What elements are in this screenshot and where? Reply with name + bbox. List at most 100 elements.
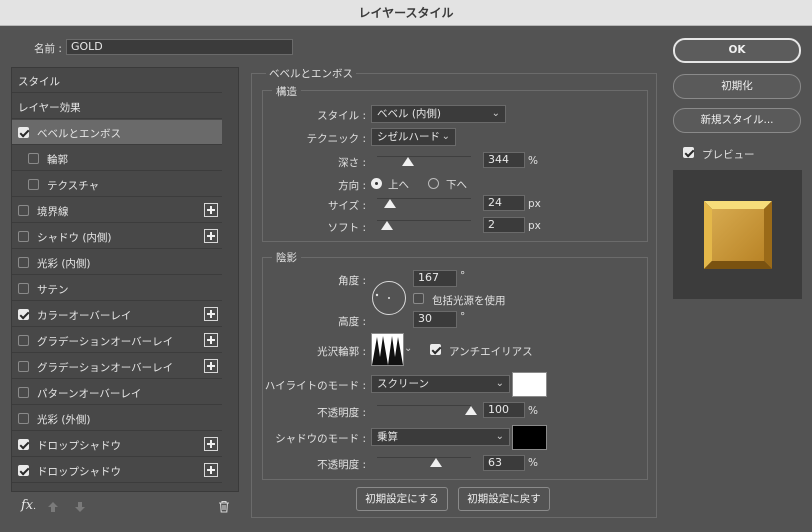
chevron-down-icon: ⌄ [441, 131, 450, 142]
plus-icon[interactable] [204, 333, 218, 347]
sidebar-item[interactable]: 光彩 (内側) [12, 250, 222, 275]
technique-select[interactable]: シゼルハード ⌄ [371, 128, 456, 146]
highlight-opacity-input[interactable]: 100 [483, 402, 525, 418]
highlight-mode-select[interactable]: スクリーン ⌄ [371, 375, 510, 393]
sidebar-item[interactable]: ドロップシャドウ [12, 432, 222, 457]
sidebar-item-label: グラデーションオーバーレイ [37, 362, 174, 374]
plus-icon[interactable] [204, 229, 218, 243]
new-style-button[interactable]: 新規スタイル... [673, 108, 801, 133]
shadow-opacity-handle[interactable] [430, 458, 442, 467]
sidebar-item-label: スタイル [18, 76, 60, 88]
altitude-label: 高度 : [338, 316, 366, 328]
sidebar-item[interactable]: 輪郭 [12, 146, 222, 171]
soften-slider-handle[interactable] [381, 221, 393, 230]
plus-icon[interactable] [204, 463, 218, 477]
soften-input[interactable]: 2 [483, 217, 525, 233]
angle-label: 角度 : [338, 275, 366, 287]
preview-checkbox[interactable] [683, 147, 694, 158]
make-default-button[interactable]: 初期設定にする [356, 487, 448, 511]
global-light-checkbox[interactable] [413, 293, 424, 304]
direction-up-label: 上へ [388, 179, 409, 191]
window-title: レイヤースタイル [0, 0, 812, 26]
style-label: スタイル : [317, 110, 366, 122]
sidebar-item[interactable]: ベベルとエンボス [12, 120, 222, 145]
chevron-down-icon: ⌄ [495, 378, 504, 389]
sidebar-item-checkbox[interactable] [18, 361, 29, 372]
trash-icon[interactable] [218, 500, 230, 513]
sidebar-item-checkbox[interactable] [18, 387, 29, 398]
sidebar-item[interactable]: グラデーションオーバーレイ [12, 328, 222, 353]
direction-up-radio[interactable] [371, 178, 382, 189]
fx-icon[interactable]: fx. [21, 498, 36, 513]
highlight-mode-label: ハイライトのモード : [264, 380, 366, 392]
altitude-unit: ° [460, 311, 466, 323]
sidebar-item-label: パターンオーバーレイ [37, 388, 142, 400]
depth-slider-handle[interactable] [402, 157, 414, 166]
sidebar-item-label: カラーオーバーレイ [37, 310, 132, 322]
sidebar-item-label: ベベルとエンボス [37, 128, 121, 140]
sidebar-item-checkbox[interactable] [18, 309, 29, 320]
highlight-color-swatch[interactable] [512, 372, 547, 397]
shadow-opacity-slider[interactable] [377, 457, 471, 458]
sidebar-item-checkbox[interactable] [28, 153, 39, 164]
sidebar-item-checkbox[interactable] [18, 439, 29, 450]
sidebar-item-checkbox[interactable] [18, 413, 29, 424]
plus-icon[interactable] [204, 307, 218, 321]
antialias-checkbox[interactable] [430, 344, 441, 355]
soften-label: ソフト : [327, 222, 366, 234]
plus-icon[interactable] [204, 437, 218, 451]
direction-label: 方向 : [338, 180, 366, 192]
sidebar-item[interactable]: シャドウ (内側) [12, 224, 222, 249]
highlight-opacity-slider[interactable] [377, 405, 471, 406]
highlight-opacity-label: 不透明度 : [317, 407, 366, 419]
altitude-input[interactable]: 30 [413, 311, 457, 328]
ok-button[interactable]: OK [673, 38, 801, 63]
sidebar-item-checkbox[interactable] [28, 179, 39, 190]
direction-down-radio[interactable] [428, 178, 439, 189]
arrow-down-icon[interactable] [74, 501, 86, 513]
sidebar-item-label: サテン [37, 284, 69, 296]
reset-default-button[interactable]: 初期設定に戻す [458, 487, 550, 511]
angle-input[interactable]: 167 [413, 270, 457, 287]
sidebar-item-checkbox[interactable] [18, 257, 29, 268]
angle-dial[interactable] [371, 280, 407, 316]
sidebar-item[interactable]: グラデーションオーバーレイ [12, 354, 222, 379]
shadow-opacity-input[interactable]: 63 [483, 455, 525, 471]
sidebar-item[interactable]: カラーオーバーレイ [12, 302, 222, 327]
preview-area [673, 170, 802, 299]
sidebar-item[interactable]: ドロップシャドウ [12, 458, 222, 483]
shadow-mode-select[interactable]: 乗算 ⌄ [371, 428, 510, 446]
sidebar-item-checkbox[interactable] [18, 205, 29, 216]
arrow-up-icon[interactable] [47, 501, 59, 513]
sidebar-item[interactable]: レイヤー効果 [12, 94, 222, 119]
plus-icon[interactable] [204, 359, 218, 373]
size-input[interactable]: 24 [483, 195, 525, 211]
sidebar-item-checkbox[interactable] [18, 465, 29, 476]
size-slider-handle[interactable] [384, 199, 396, 208]
depth-input[interactable]: 344 [483, 152, 525, 168]
sidebar-item-checkbox[interactable] [18, 127, 29, 138]
sidebar-item[interactable]: 境界線 [12, 198, 222, 223]
sidebar-item[interactable]: テクスチャ [12, 172, 222, 197]
name-input[interactable]: GOLD [66, 39, 293, 55]
sidebar-item-checkbox[interactable] [18, 283, 29, 294]
style-select[interactable]: ベベル (内側) ⌄ [371, 105, 506, 123]
sidebar-item[interactable]: サテン [12, 276, 222, 301]
sidebar-item[interactable]: スタイル [12, 68, 222, 93]
reset-button[interactable]: 初期化 [673, 74, 801, 99]
shading-title: 陰影 [272, 250, 301, 265]
sidebar-item[interactable]: パターンオーバーレイ [12, 380, 222, 405]
sidebar-item-checkbox[interactable] [18, 231, 29, 242]
sidebar-item-checkbox[interactable] [18, 335, 29, 346]
shadow-color-swatch[interactable] [512, 425, 547, 450]
sidebar-item-label: ドロップシャドウ [37, 466, 121, 478]
highlight-opacity-handle[interactable] [465, 406, 477, 415]
depth-slider[interactable] [377, 156, 471, 157]
plus-icon[interactable] [204, 203, 218, 217]
gloss-contour-thumbnail[interactable] [371, 333, 404, 366]
name-label: 名前 : [34, 43, 62, 55]
angle-unit: ° [460, 270, 466, 282]
soften-unit: px [528, 220, 541, 232]
chevron-down-icon[interactable]: ⌄ [404, 343, 412, 354]
sidebar-item[interactable]: 光彩 (外側) [12, 406, 222, 431]
